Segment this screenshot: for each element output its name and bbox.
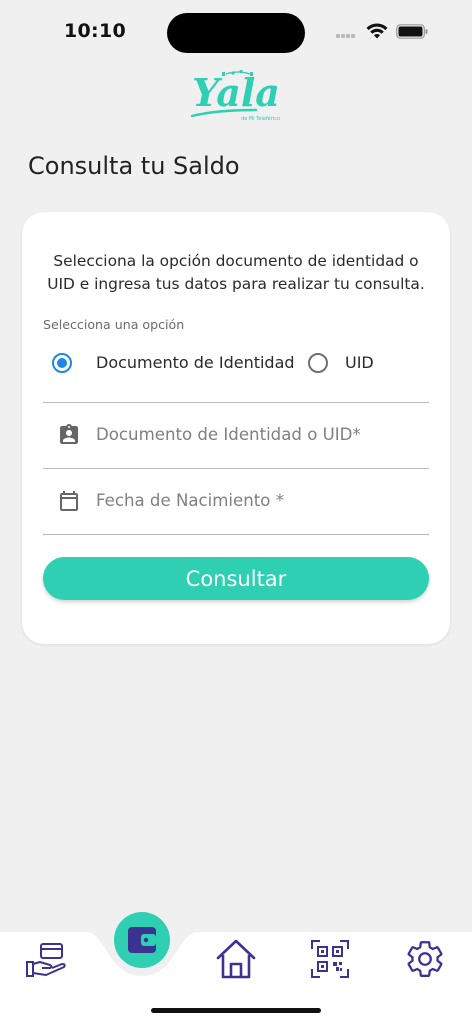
status-time: 10:10 [64, 20, 126, 42]
qr-code-icon[interactable] [311, 940, 349, 978]
consultar-button[interactable]: Consultar [43, 557, 429, 600]
hand-card-icon[interactable] [26, 942, 68, 978]
id-input-placeholder: Documento de Identidad o UID* [96, 425, 361, 444]
option-label: Selecciona una opción [43, 317, 185, 332]
gear-icon[interactable] [404, 938, 446, 980]
balance-form-card: Selecciona la opción documento de identi… [22, 212, 450, 644]
yala-logo: Yala de Mi Teleférico [190, 69, 280, 122]
radio-documento-label[interactable]: Documento de Identidad [96, 353, 295, 372]
home-icon[interactable] [214, 938, 258, 980]
radio-uid[interactable] [308, 353, 328, 373]
field-divider [43, 534, 429, 535]
svg-text:de Mi Teleférico: de Mi Teleférico [241, 115, 280, 122]
calendar-icon [60, 491, 78, 511]
radio-uid-label[interactable]: UID [345, 353, 374, 372]
birthdate-input-placeholder: Fecha de Nacimiento * [96, 491, 284, 510]
battery-icon [396, 24, 428, 39]
id-type-radio-group: Documento de Identidad UID [52, 350, 432, 376]
id-input[interactable]: Documento de Identidad o UID* [43, 402, 429, 467]
wifi-icon [366, 23, 388, 39]
wallet-nav-button[interactable] [114, 912, 170, 968]
cellular-signal-icon [336, 34, 358, 40]
instructions-text: Selecciona la opción documento de identi… [47, 252, 425, 293]
status-bar: 10:10 [0, 0, 472, 64]
birthdate-input[interactable]: Fecha de Nacimiento * [43, 468, 429, 533]
radio-documento[interactable] [52, 353, 72, 373]
dynamic-island [167, 13, 305, 53]
wallet-icon [128, 927, 156, 953]
svg-text:Yala: Yala [192, 70, 280, 115]
home-indicator [151, 1008, 321, 1013]
page-title: Consulta tu Saldo [28, 152, 240, 180]
contact-badge-icon [60, 424, 78, 444]
